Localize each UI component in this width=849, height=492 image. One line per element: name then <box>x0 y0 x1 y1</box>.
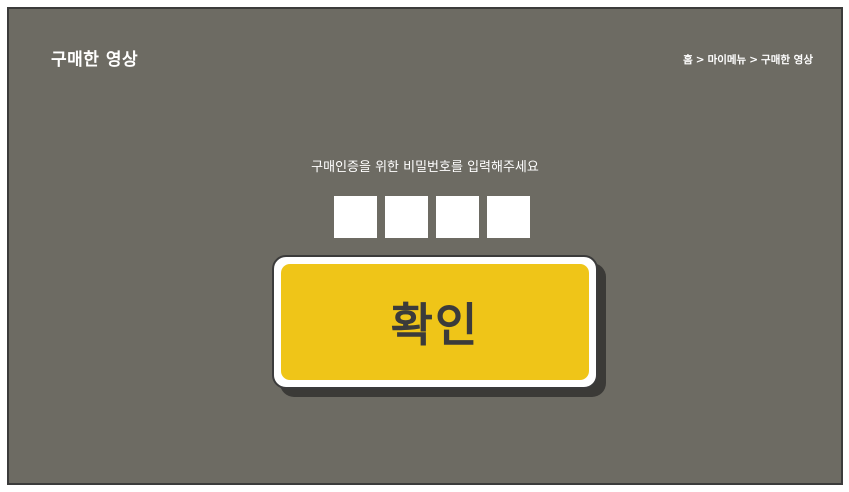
purchase-auth-screen: 구매한 영상 홈 > 마이메뉴 > 구매한 영상 구매인증을 위한 비밀번호를 입력해주… <box>7 7 843 485</box>
page-title: 구매한 영상 <box>51 50 139 70</box>
breadcrumb: 홈 > 마이메뉴 > 구매한 영상 <box>683 52 813 67</box>
confirm-button[interactable]: 확인 <box>272 255 598 389</box>
pin-digit-3[interactable] <box>436 196 479 238</box>
breadcrumb-my-menu[interactable]: 마이메뉴 <box>708 54 747 66</box>
confirm-button-face[interactable]: 확인 <box>281 264 589 380</box>
password-instruction: 구매인증을 위한 비밀번호를 입력해주세요 <box>311 160 539 175</box>
pin-digit-1[interactable] <box>334 196 377 238</box>
breadcrumb-separator: > <box>695 54 705 66</box>
pin-digit-4[interactable] <box>487 196 530 238</box>
breadcrumb-current: 구매한 영상 <box>761 54 813 66</box>
breadcrumb-separator: > <box>749 54 759 66</box>
pin-digit-2[interactable] <box>385 196 428 238</box>
pin-input-group <box>334 196 530 238</box>
confirm-button-label: 확인 <box>390 298 480 352</box>
breadcrumb-home[interactable]: 홈 <box>683 54 693 66</box>
